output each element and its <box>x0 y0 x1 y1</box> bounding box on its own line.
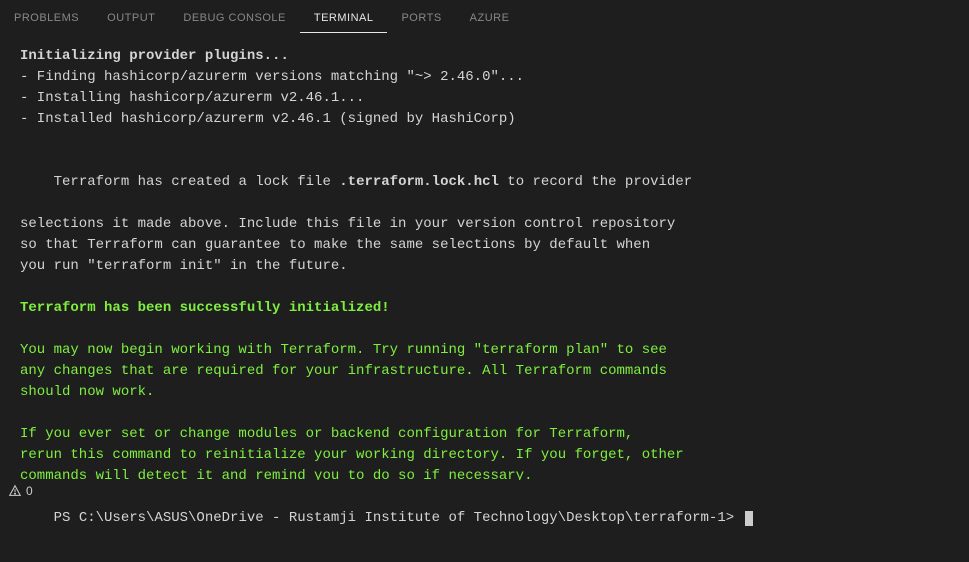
terminal-prompt: PS C:\Users\ASUS\OneDrive - Rustamji Ins… <box>54 510 743 526</box>
tab-debug-console[interactable]: DEBUG CONSOLE <box>169 6 299 33</box>
terminal-line: Initializing provider plugins... <box>20 46 949 67</box>
terminal-text: Terraform has created a lock file <box>54 174 340 190</box>
panel-tabs: PROBLEMS OUTPUT DEBUG CONSOLE TERMINAL P… <box>0 0 969 34</box>
tab-problems[interactable]: PROBLEMS <box>0 6 93 33</box>
terminal-line: rerun this command to reinitialize your … <box>20 445 949 466</box>
terminal-blank <box>20 403 949 424</box>
terminal-line: so that Terraform can guarantee to make … <box>20 235 949 256</box>
terminal-blank <box>20 277 949 298</box>
terminal-line: Terraform has created a lock file .terra… <box>20 151 949 214</box>
terminal-line: - Finding hashicorp/azurerm versions mat… <box>20 67 949 88</box>
terminal-line: should now work. <box>20 382 949 403</box>
warning-icon <box>8 484 22 498</box>
terminal-text: to record the provider <box>499 174 692 190</box>
terminal-line: - Installed hashicorp/azurerm v2.46.1 (s… <box>20 109 949 130</box>
lock-filename: .terraform.lock.hcl <box>339 174 499 190</box>
terminal-line: If you ever set or change modules or bac… <box>20 424 949 445</box>
status-bar: 0 <box>0 480 969 502</box>
terminal-cursor <box>745 511 753 526</box>
terminal-line: selections it made above. Include this f… <box>20 214 949 235</box>
tab-ports[interactable]: PORTS <box>387 6 455 33</box>
terminal-blank <box>20 130 949 151</box>
tab-output[interactable]: OUTPUT <box>93 6 169 33</box>
status-warnings[interactable]: 0 <box>8 484 33 498</box>
tab-terminal[interactable]: TERMINAL <box>300 6 388 33</box>
terminal-line: any changes that are required for your i… <box>20 361 949 382</box>
terminal-line: you run "terraform init" in the future. <box>20 256 949 277</box>
warning-count: 0 <box>26 484 33 498</box>
terminal-line: - Installing hashicorp/azurerm v2.46.1..… <box>20 88 949 109</box>
terminal-success: Terraform has been successfully initiali… <box>20 298 949 319</box>
tab-azure[interactable]: AZURE <box>456 6 524 33</box>
terminal-line: You may now begin working with Terraform… <box>20 340 949 361</box>
terminal-blank <box>20 319 949 340</box>
